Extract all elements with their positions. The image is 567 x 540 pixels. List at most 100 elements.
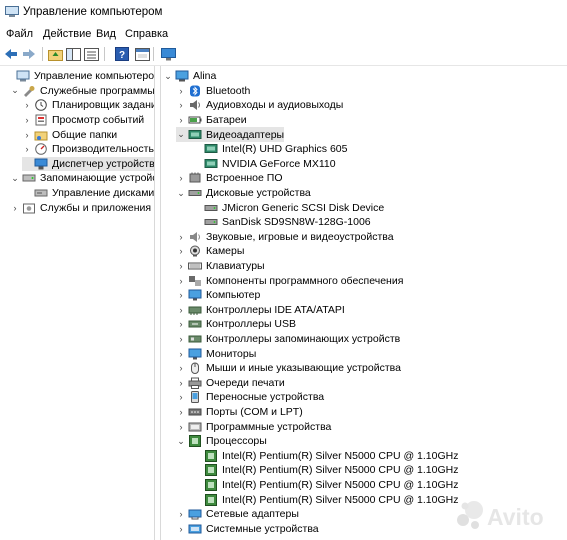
nav-item-row[interactable]: › Службы и приложения	[10, 200, 152, 215]
device-item-row[interactable]: Intel(R) UHD Graphics 605	[192, 142, 347, 157]
device-tree[interactable]: ⌄ Alina › Bluetooth › Аудиовходы и аудиовыход…	[160, 66, 567, 540]
device-item-row[interactable]: › Программные устройства	[176, 419, 332, 434]
expand-arrow-icon[interactable]: ›	[176, 290, 186, 300]
device-item-label: Сетевые адаптеры	[206, 508, 299, 521]
nav-item-row[interactable]: ⌄ Запоминающие устройств	[10, 171, 154, 186]
show-hide-tree-button[interactable]	[65, 46, 81, 62]
expand-arrow-icon[interactable]: ›	[22, 144, 32, 154]
device-item-row[interactable]: JMicron Generic SCSI Disk Device	[192, 200, 384, 215]
forward-button[interactable]	[21, 46, 37, 62]
device-item-row[interactable]: › Камеры	[176, 244, 245, 259]
device-item-row[interactable]: Intel(R) Pentium(R) Silver N5000 CPU @ 1…	[192, 478, 458, 493]
list-view-icon	[83, 47, 99, 61]
device-item-row[interactable]: › Сетевые адаптеры	[176, 507, 299, 522]
device-item-label: Видеоадаптеры	[206, 128, 285, 141]
mouse-icon	[188, 362, 202, 375]
tree-view-button[interactable]	[83, 46, 99, 62]
device-item-row[interactable]: › Мыши и иные указывающие устройства	[176, 361, 401, 376]
device-item-row[interactable]: Intel(R) Pentium(R) Silver N5000 CPU @ 1…	[192, 492, 458, 507]
device-item-row[interactable]: › Звуковые, игровые и видеоустройства	[176, 230, 394, 245]
expand-arrow-icon[interactable]: ›	[176, 422, 186, 432]
expand-arrow-icon[interactable]: ›	[176, 378, 186, 388]
device-item-row[interactable]: › Очереди печати	[176, 376, 285, 391]
expand-arrow-icon[interactable]: ›	[176, 524, 186, 534]
device-item-row[interactable]: › Переносные устройства	[176, 390, 324, 405]
device-item-row[interactable]: › Компьютер	[176, 288, 261, 303]
expand-arrow-icon[interactable]: ›	[22, 130, 32, 140]
expand-arrow-icon[interactable]: ›	[22, 115, 32, 125]
expand-arrow-icon[interactable]: ›	[176, 246, 186, 256]
expand-arrow-icon[interactable]: ›	[176, 509, 186, 519]
device-item-row[interactable]: NVIDIA GeForce MX110	[192, 157, 336, 172]
device-item-row[interactable]: ⌄ Процессоры	[176, 434, 267, 449]
expand-arrow-icon[interactable]: ›	[176, 319, 186, 329]
nav-item-row[interactable]: ⌄ Служебные программы	[10, 84, 154, 99]
collapse-arrow-icon[interactable]: ⌄	[10, 173, 20, 183]
expand-arrow-icon[interactable]: ›	[176, 334, 186, 344]
device-item-row[interactable]: ⌄ Дисковые устройства	[176, 186, 311, 201]
collapse-arrow-icon[interactable]: ⌄	[10, 85, 20, 96]
device-item-row[interactable]: › Системные устройства	[176, 522, 319, 537]
menu-action[interactable]: Действие	[43, 28, 91, 40]
collapse-arrow-icon[interactable]: ⌄	[176, 436, 186, 446]
up-level-button[interactable]	[47, 46, 63, 62]
expand-arrow-icon[interactable]: ›	[176, 86, 186, 96]
device-item-row[interactable]: Intel(R) Pentium(R) Silver N5000 CPU @ 1…	[192, 449, 458, 464]
device-item-row[interactable]: › Контроллеры USB	[176, 317, 297, 332]
device-item-label: Переносные устройства	[206, 391, 325, 404]
expand-arrow-icon[interactable]: ›	[176, 276, 186, 286]
collapse-arrow-icon[interactable]: ⌄	[176, 188, 186, 198]
menu-help[interactable]: Справка	[125, 28, 168, 40]
expand-arrow-icon[interactable]: ›	[176, 232, 186, 242]
port-icon	[188, 406, 202, 418]
device-item-row[interactable]: SanDisk SD9SN8W-128G-1006	[192, 215, 371, 230]
device-item-row[interactable]: › Порты (COM и LPT)	[176, 405, 303, 420]
device-item-row[interactable]: ⌄ Alina	[163, 69, 216, 84]
expand-arrow-icon[interactable]: ›	[176, 349, 186, 359]
nav-item-row[interactable]: › Планировщик заданий	[22, 98, 155, 113]
device-item-row[interactable]: Intel(R) Pentium(R) Silver N5000 CPU @ 1…	[192, 463, 458, 478]
expand-arrow-icon[interactable]: ›	[10, 203, 20, 213]
device-item-row[interactable]: › Контроллеры запоминающих устройств	[176, 332, 401, 347]
device-item-row[interactable]: › Компоненты программного обеспечения	[176, 273, 404, 288]
properties-button[interactable]	[134, 46, 150, 62]
device-item-label: Компоненты программного обеспечения	[206, 274, 404, 287]
expand-arrow-icon[interactable]: ›	[176, 100, 186, 110]
expand-arrow-icon[interactable]: ›	[176, 261, 186, 271]
expand-arrow-icon[interactable]: ›	[176, 173, 186, 183]
expand-arrow-icon[interactable]: ›	[22, 100, 32, 110]
nav-item-row[interactable]: Управление дисками	[22, 186, 154, 201]
device-item-row[interactable]: › Клавиатуры	[176, 259, 265, 274]
avito-watermark: Avito	[457, 501, 544, 530]
collapse-arrow-icon[interactable]: ⌄	[163, 71, 173, 81]
menu-view[interactable]: Вид	[96, 28, 116, 40]
device-item-row[interactable]: › Контроллеры IDE ATA/ATAPI	[176, 303, 345, 318]
nav-item-row[interactable]: › Производительность	[22, 142, 154, 157]
expand-arrow-icon[interactable]: ›	[176, 115, 186, 125]
nav-item-row[interactable]: › Общие папки	[22, 127, 118, 142]
expand-arrow-icon[interactable]: ›	[176, 363, 186, 373]
expand-arrow-icon[interactable]: ›	[176, 407, 186, 417]
device-item-row[interactable]: › Встроенное ПО	[176, 171, 283, 186]
device-item-row[interactable]: › Батареи	[176, 113, 247, 128]
nav-item-row[interactable]: › Просмотр событий	[22, 113, 145, 128]
collapse-arrow-icon[interactable]: ⌄	[176, 129, 186, 140]
help-button[interactable]: ?	[114, 46, 130, 62]
toolbar-separator	[42, 47, 43, 61]
expand-arrow-icon[interactable]: ›	[176, 305, 186, 315]
scan-hardware-button[interactable]	[160, 46, 176, 62]
nav-item-row[interactable]: Диспетчер устройств	[22, 156, 154, 172]
back-button[interactable]	[3, 46, 19, 62]
expand-arrow-icon[interactable]: ›	[176, 392, 186, 402]
nav-item-row[interactable]: Управление компьютером (лс	[4, 69, 154, 84]
navigation-tree[interactable]: Управление компьютером (лс ⌄ Служебные про…	[0, 66, 155, 540]
menu-file[interactable]: Файл	[6, 28, 33, 40]
device-item-row[interactable]: › Bluetooth	[176, 84, 251, 99]
device-item-row[interactable]: ⌄ Видеоадаптеры	[176, 127, 285, 142]
device-item-row[interactable]: › Мониторы	[176, 346, 257, 361]
device-item-label: JMicron Generic SCSI Disk Device	[222, 201, 385, 214]
device-item-row[interactable]: › Аудиовходы и аудиовыходы	[176, 98, 344, 113]
shared-folder-icon	[34, 129, 48, 141]
window-properties-icon	[134, 47, 150, 61]
